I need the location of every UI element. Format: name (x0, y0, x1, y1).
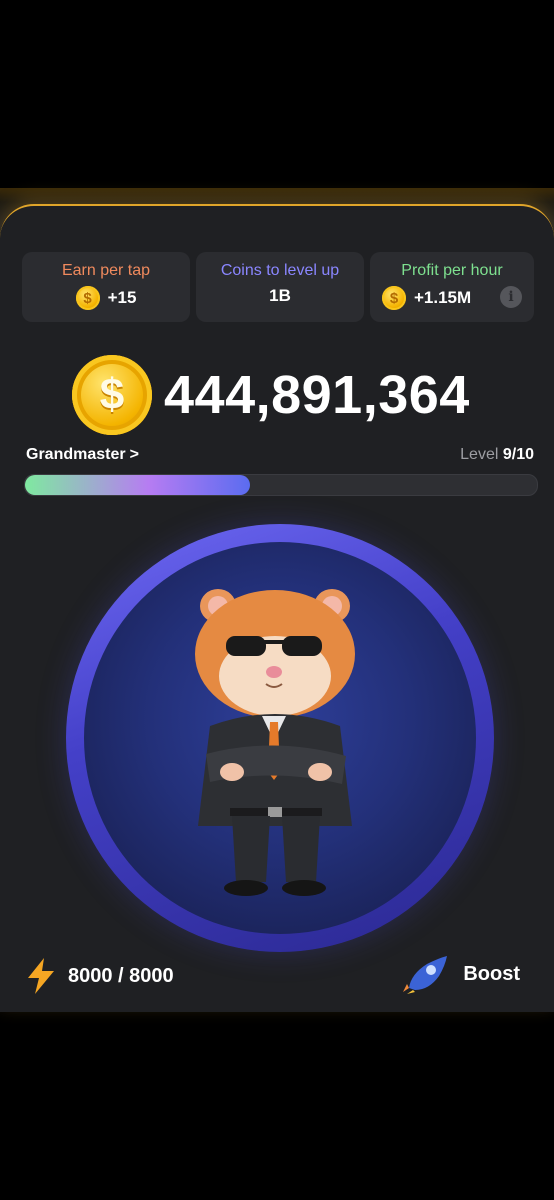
tap-button-inner (84, 542, 476, 934)
rank-link[interactable]: Grandmaster > (26, 446, 139, 464)
main-panel: Earn per tap $ +15 Coins to level up 1B … (0, 188, 554, 1012)
profit-per-hour-title: Profit per hour (401, 262, 503, 279)
coins-to-level-title: Coins to level up (220, 262, 340, 279)
hamster-character-icon (195, 589, 355, 896)
chevron-right-icon: > (129, 446, 139, 463)
coins-to-level-row: 1B (196, 286, 364, 306)
balance-value: 444,891,364 (164, 365, 470, 425)
level-prefix: Level (460, 446, 499, 463)
panel-surface: Earn per tap $ +15 Coins to level up 1B … (0, 204, 554, 1012)
dollar-coin-icon: $ (72, 355, 152, 435)
boost-button[interactable]: Boost (401, 954, 520, 994)
rank-label: Grandmaster (26, 446, 126, 463)
level-value: 9/10 (502, 446, 534, 463)
stats-row: Earn per tap $ +15 Coins to level up 1B … (22, 252, 534, 322)
level-progress-bar (24, 474, 538, 496)
coin-icon: $ (382, 286, 406, 310)
coin-icon: $ (75, 286, 100, 310)
lightning-icon (28, 958, 54, 994)
earn-per-tap-card[interactable]: Earn per tap $ +15 (22, 252, 190, 322)
earn-per-tap-row: $ +15 (22, 286, 190, 310)
earn-per-tap-title: Earn per tap (61, 262, 151, 279)
boost-label: Boost (463, 962, 520, 985)
profit-per-hour-card[interactable]: Profit per hour $ +1.15M i (370, 252, 534, 322)
level-progress-fill (25, 475, 251, 495)
tap-button[interactable] (66, 524, 494, 952)
coins-to-level-card[interactable]: Coins to level up 1B (196, 252, 364, 322)
coins-to-level-value: 1B (269, 286, 291, 305)
rocket-icon (403, 956, 448, 994)
energy-value: 8000 / 8000 (68, 964, 174, 987)
balance: $ 444,891,364 (72, 353, 470, 437)
energy-indicator: 8000 / 8000 (26, 958, 174, 994)
profit-per-hour-value: +1.15M (414, 288, 472, 307)
level-indicator: Level 9/10 (460, 446, 534, 464)
level-row: Grandmaster > Level 9/10 (26, 446, 534, 468)
info-icon[interactable]: i (500, 286, 522, 308)
earn-per-tap-value: +15 (107, 288, 137, 307)
